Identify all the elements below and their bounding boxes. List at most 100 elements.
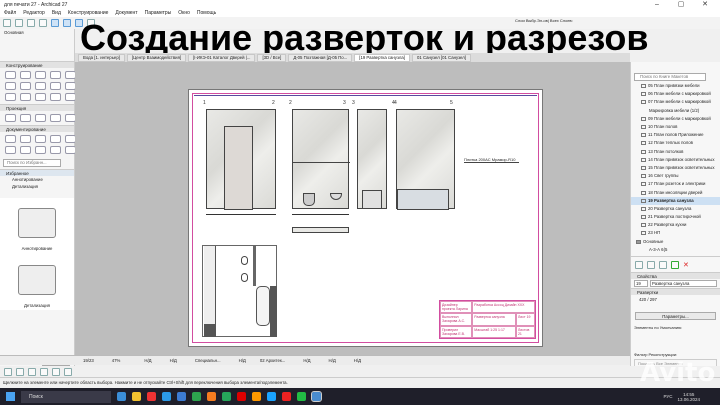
firefox-icon[interactable] bbox=[207, 392, 216, 401]
tool-icon[interactable] bbox=[40, 367, 48, 376]
clock[interactable]: 14:55 13.06.2024 bbox=[677, 392, 700, 402]
elevation-2[interactable] bbox=[292, 109, 350, 209]
floor-plan[interactable] bbox=[202, 245, 277, 337]
edge-icon[interactable] bbox=[117, 392, 126, 401]
dimension-tool-icon[interactable] bbox=[5, 135, 16, 143]
tab-view[interactable]: [Центр Взаимодействия] bbox=[126, 53, 187, 62]
arch-select[interactable]: 02 Архитек... bbox=[260, 358, 286, 363]
stair-tool-icon[interactable] bbox=[20, 82, 31, 90]
layout-number-field[interactable]: 19 bbox=[634, 279, 648, 287]
opening-tool-icon[interactable] bbox=[35, 93, 46, 101]
interior-elevation-tool-icon[interactable] bbox=[35, 114, 46, 122]
tool-icon[interactable] bbox=[64, 367, 72, 376]
menu-view[interactable]: Вид bbox=[52, 10, 61, 16]
language-indicator[interactable]: РУС bbox=[663, 394, 672, 399]
nd-field[interactable]: Н/Д bbox=[329, 358, 336, 363]
column-tool-icon[interactable] bbox=[20, 71, 31, 79]
tree-item[interactable]: 16 Свет группы bbox=[631, 172, 720, 180]
special-select[interactable]: Специальн... bbox=[195, 358, 221, 363]
tree-item[interactable]: 20 Развертка санузла bbox=[631, 205, 720, 213]
master-layout-select[interactable]: Развертки bbox=[631, 287, 720, 295]
excel-icon[interactable] bbox=[222, 392, 231, 401]
favorite-item[interactable]: Детализация bbox=[0, 183, 74, 190]
elevation-tool-icon[interactable] bbox=[20, 114, 31, 122]
telegram-icon[interactable] bbox=[267, 392, 276, 401]
section-design[interactable]: Конструирование bbox=[0, 61, 74, 68]
tree-item[interactable]: 10 План полов bbox=[631, 123, 720, 131]
elevation-1[interactable] bbox=[206, 109, 276, 210]
menu-window[interactable]: Окно bbox=[178, 10, 190, 16]
section-viewpoints[interactable]: Проекция bbox=[0, 104, 74, 111]
guide-icon[interactable] bbox=[51, 19, 59, 27]
new-layout-icon[interactable] bbox=[635, 260, 643, 269]
zoom-level[interactable]: 47% bbox=[112, 358, 121, 363]
whatsapp-icon[interactable] bbox=[297, 392, 306, 401]
curtain-wall-tool-icon[interactable] bbox=[50, 82, 61, 90]
tree-item[interactable]: 21 Развертка постирочной bbox=[631, 213, 720, 221]
chrome-icon[interactable] bbox=[192, 392, 201, 401]
menu-design[interactable]: Конструирование bbox=[68, 10, 109, 16]
tool-icon[interactable] bbox=[28, 367, 36, 376]
tab-view[interactable]: [3D / Все] bbox=[257, 53, 287, 62]
nd-field[interactable]: Н/Д bbox=[144, 358, 151, 363]
tree-item[interactable]: 09 План мебели с маркировкой bbox=[631, 115, 720, 123]
window-tool-icon[interactable] bbox=[5, 93, 16, 101]
tree-folder[interactable]: Основные bbox=[631, 238, 720, 246]
refresh-icon[interactable] bbox=[671, 260, 679, 269]
mail-icon[interactable] bbox=[162, 392, 171, 401]
tree-item[interactable]: 14 План привязок осветительных bbox=[631, 156, 720, 164]
close-button[interactable]: ✕ bbox=[696, 0, 714, 9]
fill-tool-icon[interactable] bbox=[20, 146, 31, 154]
tab-view[interactable]: Д-05 Поэтажная [Д-05 По... bbox=[288, 53, 353, 62]
minimize-button[interactable]: – bbox=[648, 0, 666, 9]
tool-icon[interactable] bbox=[16, 367, 24, 376]
elevation-4[interactable] bbox=[396, 109, 455, 210]
tree-item[interactable]: Маркировка мебели (1/2) bbox=[631, 107, 720, 115]
favorites-search-input[interactable]: Поиск по Избранн... bbox=[3, 159, 61, 167]
redo-icon[interactable] bbox=[15, 19, 23, 27]
section-documentation[interactable]: Документирование bbox=[0, 125, 74, 132]
tree-item-selected[interactable]: 19 Развертка санузла bbox=[631, 196, 720, 205]
explorer-icon[interactable] bbox=[132, 392, 141, 401]
tree-item[interactable]: 15 План привязок осветительных bbox=[631, 164, 720, 172]
tree-item[interactable]: 17 План розеток и электрики bbox=[631, 180, 720, 188]
taskbar-search[interactable]: Поиск bbox=[21, 390, 111, 403]
tree-item[interactable]: А-3-А 6(5 bbox=[631, 246, 720, 254]
menu-edit[interactable]: Редактор bbox=[23, 10, 45, 16]
tab-active-layout[interactable]: [19 Развертка санузла] bbox=[354, 53, 410, 62]
tree-item[interactable]: 18 План инсоляции дверей bbox=[631, 188, 720, 196]
drawing-canvas[interactable]: 1 2 2 3 3 4 4 5 Плитка 200AC Мрамор-R10 … bbox=[75, 62, 630, 355]
pick-icon[interactable] bbox=[27, 19, 35, 27]
tab-view[interactable]: [I-ИКЭ-01 Каталог Дверей |... bbox=[188, 53, 256, 62]
nd-field[interactable]: Н/Д bbox=[239, 358, 246, 363]
tree-item[interactable]: 07 План мебели с маркировкой bbox=[631, 98, 720, 106]
tool-icon[interactable] bbox=[4, 367, 12, 376]
favorite-item[interactable]: Аннотирование bbox=[0, 176, 74, 183]
slab-tool-icon[interactable] bbox=[50, 71, 61, 79]
layout-name-field[interactable]: Развертка санузла bbox=[650, 279, 717, 287]
elevation-3[interactable] bbox=[357, 109, 387, 209]
skylight-tool-icon[interactable] bbox=[20, 93, 31, 101]
tree-item[interactable]: 05 План привязки мебели bbox=[631, 82, 720, 90]
level-tool-icon[interactable] bbox=[20, 135, 31, 143]
tree-item[interactable]: 06 План мебели с маркировкой bbox=[631, 90, 720, 98]
tab-view[interactable]: 01 Санузел [01 Санузел] bbox=[411, 53, 471, 62]
parameters-button[interactable]: Параметры... bbox=[635, 311, 716, 320]
tree-item[interactable]: 11 План полов Приложение bbox=[631, 131, 720, 139]
nd-field[interactable]: Н/Д bbox=[170, 358, 177, 363]
label-tool-icon[interactable] bbox=[5, 146, 16, 154]
menu-document[interactable]: Документ bbox=[115, 10, 137, 16]
undo-icon[interactable] bbox=[3, 19, 11, 27]
wall-tool-icon[interactable] bbox=[5, 71, 16, 79]
tree-item[interactable]: 22 Развертка кухни bbox=[631, 221, 720, 229]
inject-icon[interactable] bbox=[39, 19, 47, 27]
line-tool-icon[interactable] bbox=[50, 146, 61, 154]
save-icon[interactable] bbox=[177, 392, 186, 401]
menu-options[interactable]: Параметры bbox=[145, 10, 172, 16]
youtube-icon[interactable] bbox=[282, 392, 291, 401]
menu-help[interactable]: Помощь bbox=[197, 10, 216, 16]
zone-tool-icon[interactable] bbox=[50, 93, 61, 101]
favorites-header[interactable]: Избранное bbox=[0, 169, 74, 176]
beam-tool-icon[interactable] bbox=[35, 71, 46, 79]
yandex-icon[interactable] bbox=[147, 392, 156, 401]
